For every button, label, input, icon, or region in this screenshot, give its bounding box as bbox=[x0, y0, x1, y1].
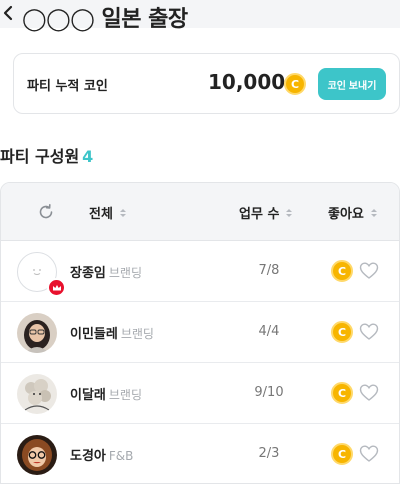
table-row[interactable]: 이달래 브랜딩 9/10 C bbox=[1, 363, 399, 424]
coin-icon[interactable]: C bbox=[331, 443, 353, 465]
column-likes-label: 좋아요 bbox=[328, 207, 364, 222]
avatar bbox=[17, 374, 57, 414]
back-icon bbox=[3, 5, 13, 21]
party-members-heading: 파티 구성원 4 bbox=[0, 143, 93, 167]
column-tasks-label: 업무 수 bbox=[239, 207, 280, 222]
table-row[interactable]: 장종임 브랜딩 7/8 C bbox=[1, 241, 399, 302]
member-name: 도경아 F&B bbox=[70, 449, 134, 464]
member-tasks: 9/10 bbox=[254, 385, 284, 400]
member-team: F&B bbox=[108, 449, 134, 463]
party-coin-amount: 10,000 bbox=[208, 70, 286, 94]
sort-icon bbox=[119, 208, 126, 217]
heart-icon[interactable] bbox=[359, 322, 379, 342]
page-title: ◯◯◯ 일본 출장 bbox=[22, 7, 188, 32]
send-coin-button[interactable]: 코인 보내기 bbox=[318, 68, 386, 100]
table-row[interactable]: 도경아 F&B 2/3 C bbox=[1, 424, 399, 483]
member-team: 브랜딩 bbox=[108, 388, 143, 402]
member-team: 브랜딩 bbox=[120, 327, 154, 341]
coin-icon[interactable]: C bbox=[331, 260, 353, 282]
heart-icon[interactable] bbox=[359, 444, 379, 464]
party-members-count: 4 bbox=[82, 147, 94, 166]
member-tasks: 7/8 bbox=[258, 263, 280, 278]
member-tasks: 2/3 bbox=[258, 446, 280, 461]
coin-icon[interactable]: C bbox=[331, 321, 353, 343]
column-tasks[interactable]: 업무 수 bbox=[239, 203, 293, 222]
column-all-label: 전체 bbox=[89, 207, 113, 222]
column-likes[interactable]: 좋아요 bbox=[328, 203, 377, 222]
table-row[interactable]: 이민들레 브랜딩 4/4 C bbox=[1, 302, 399, 363]
avatar bbox=[17, 252, 66, 297]
member-team: 브랜딩 bbox=[108, 266, 143, 280]
member-name: 이달래 브랜딩 bbox=[70, 388, 143, 403]
member-name: 장종임 브랜딩 bbox=[70, 266, 143, 281]
member-tasks: 4/4 bbox=[258, 324, 280, 339]
back-button[interactable] bbox=[0, 2, 16, 24]
column-all[interactable]: 전체 bbox=[89, 203, 126, 222]
party-members-title: 파티 구성원 bbox=[0, 147, 80, 166]
avatar bbox=[17, 435, 57, 475]
sort-icon bbox=[370, 208, 377, 217]
refresh-icon[interactable] bbox=[37, 203, 55, 221]
sort-icon bbox=[286, 208, 293, 217]
member-name: 이민들레 브랜딩 bbox=[70, 327, 154, 342]
crown-icon bbox=[47, 278, 66, 297]
party-coin-card: 파티 누적 코인 10,000 C 코인 보내기 bbox=[13, 53, 400, 114]
heart-icon[interactable] bbox=[359, 261, 379, 281]
avatar bbox=[17, 313, 57, 353]
table-header: 전체 업무 수 좋아요 bbox=[1, 183, 399, 241]
party-coin-label: 파티 누적 코인 bbox=[27, 79, 108, 94]
coin-icon: C bbox=[284, 73, 306, 95]
heart-icon[interactable] bbox=[359, 383, 379, 403]
coin-icon[interactable]: C bbox=[331, 382, 353, 404]
top-bar: ◯◯◯ 일본 출장 bbox=[0, 0, 400, 32]
members-table: 전체 업무 수 좋아요 장종임 브랜딩 7/8 C 이민들레 브랜딩 4/4 C… bbox=[0, 182, 400, 484]
